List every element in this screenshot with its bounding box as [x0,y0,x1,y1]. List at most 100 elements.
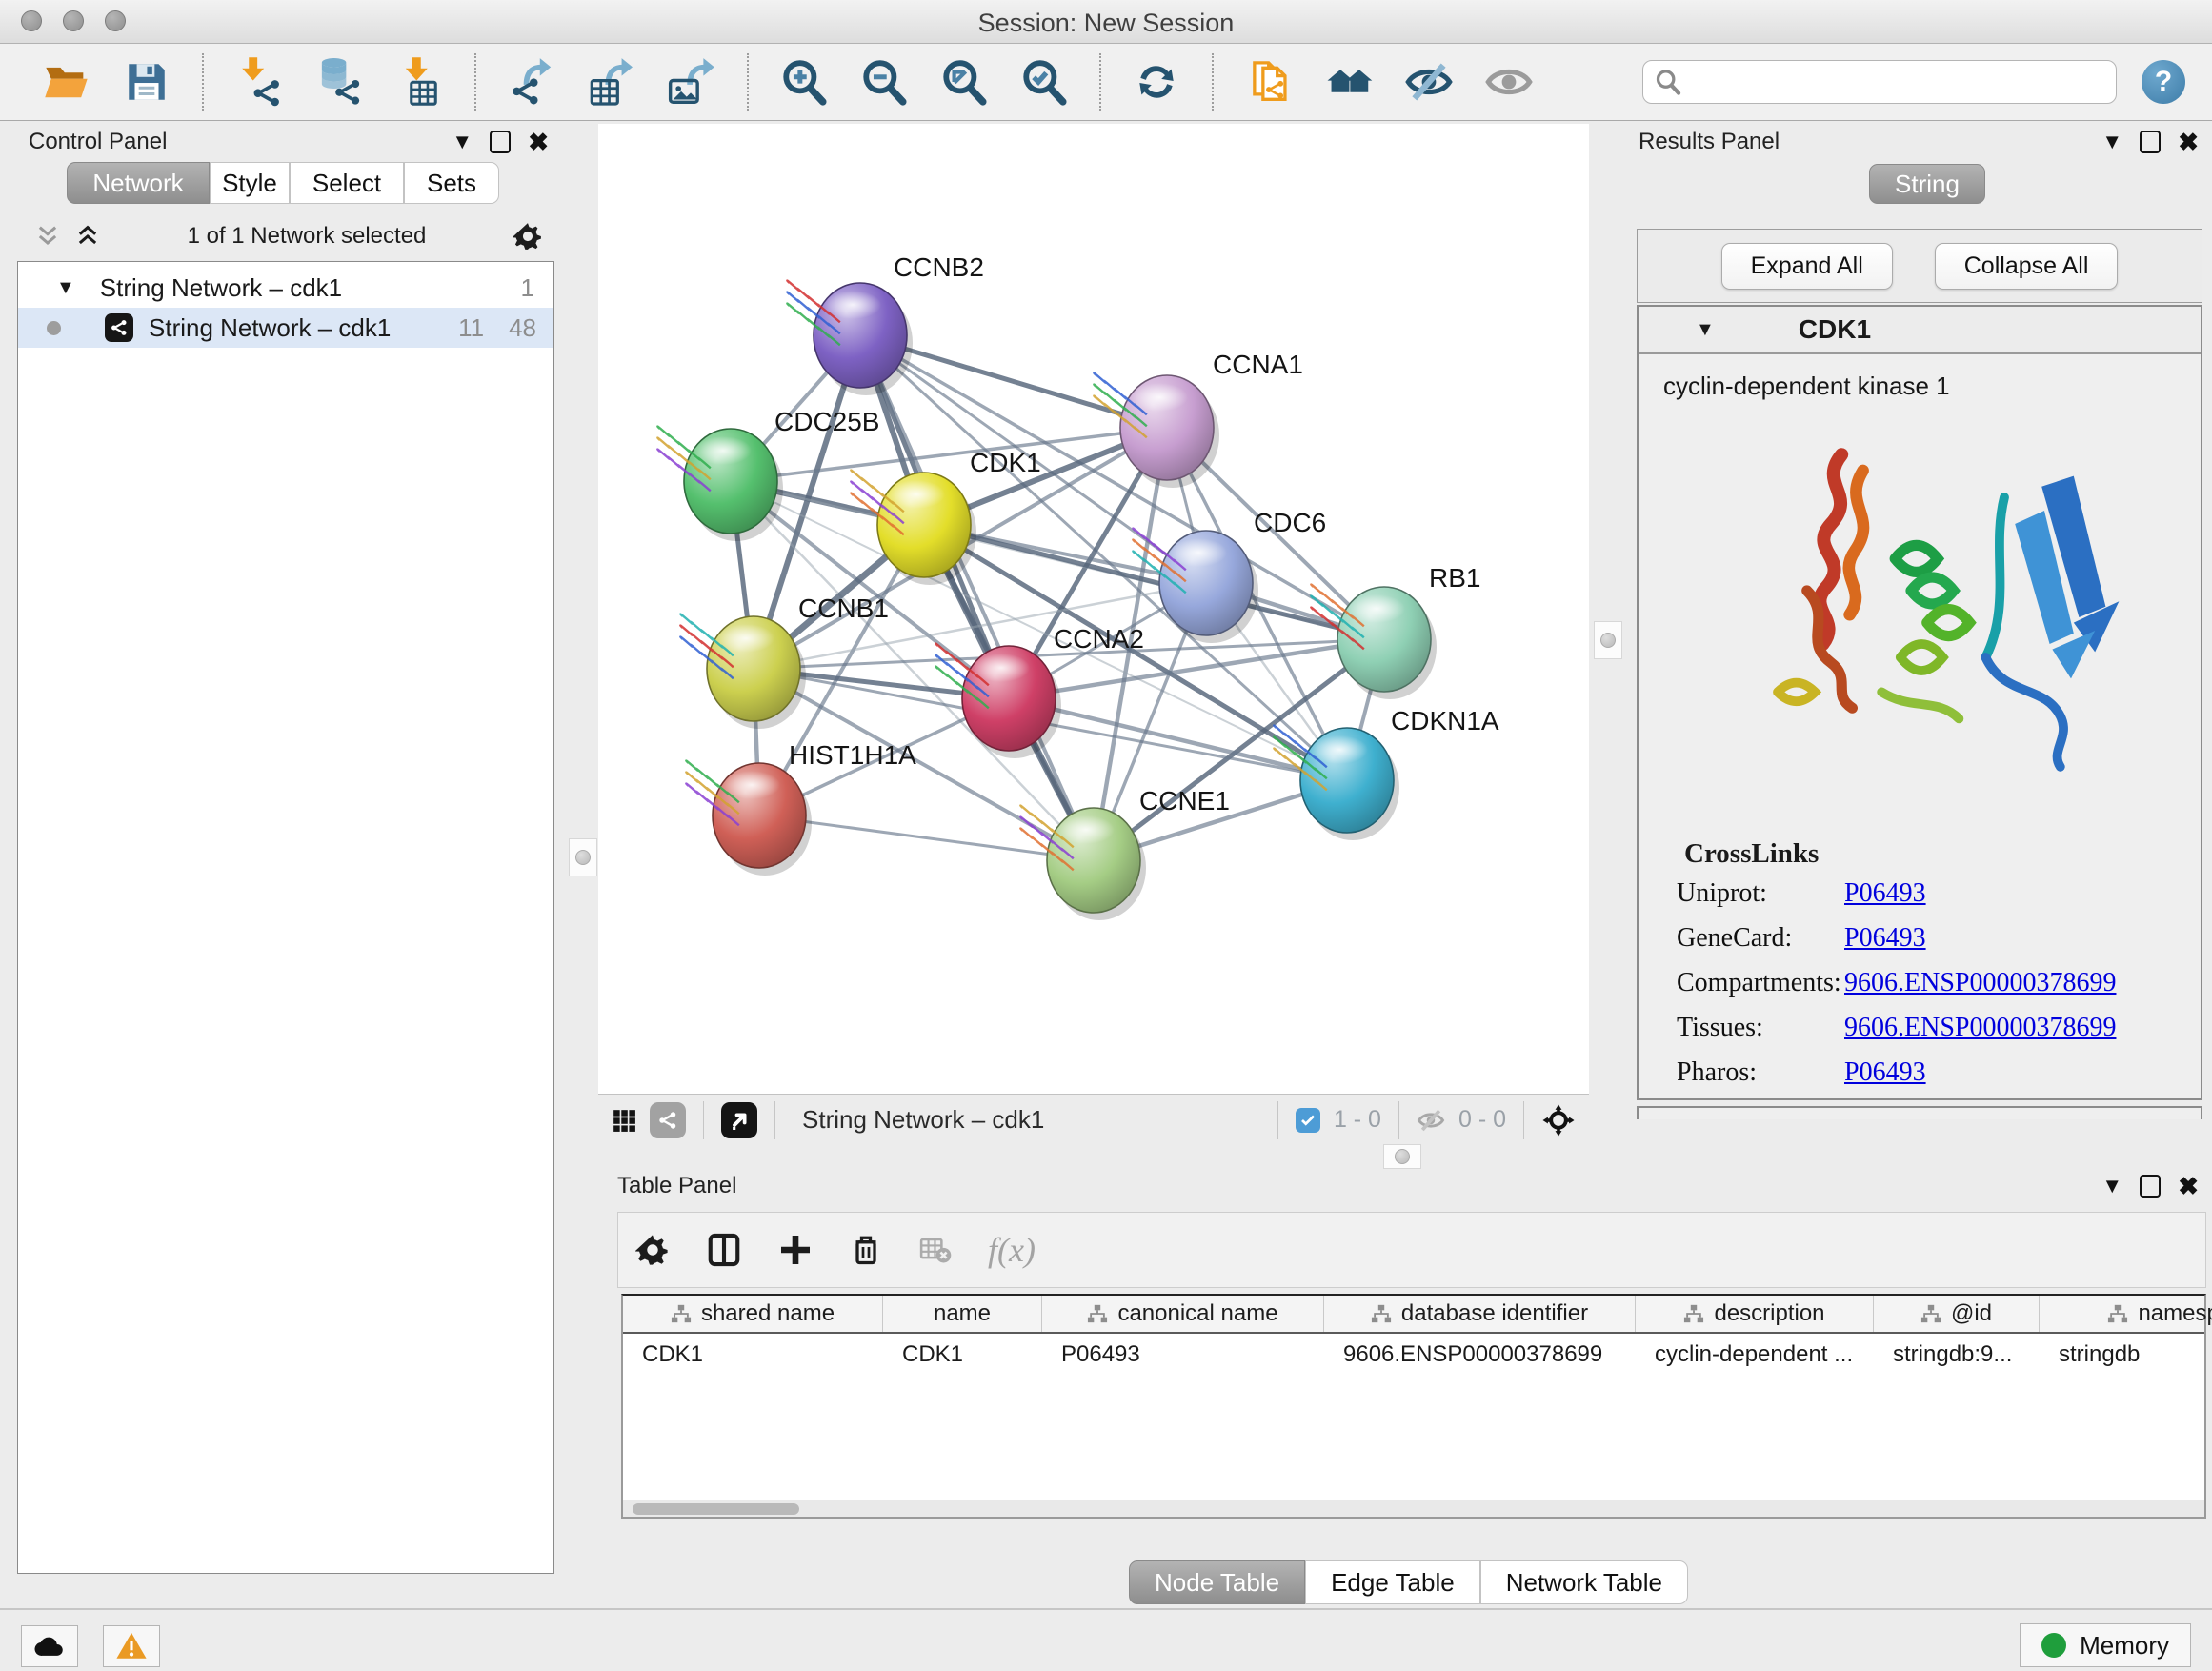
network-edge[interactable] [924,525,1384,639]
add-column-icon[interactable] [778,1233,813,1267]
network-share-icon[interactable] [650,1102,686,1138]
tab-style[interactable]: Style [210,162,290,204]
zoom-out-icon[interactable] [856,54,912,110]
scrollbar-thumb[interactable] [633,1503,799,1515]
table-cell[interactable]: CDK1 [883,1341,1042,1368]
crosslink-link[interactable]: P06493 [1844,923,1926,954]
search-box[interactable] [1642,60,2117,104]
memory-button[interactable]: Memory [2020,1623,2191,1667]
network-node-CCNB2[interactable] [787,281,907,388]
left-splitter-handle[interactable] [569,838,597,876]
tab-edge-table[interactable]: Edge Table [1305,1560,1480,1604]
export-network-icon[interactable] [504,54,559,110]
zoom-fit-icon[interactable] [936,54,992,110]
network-edge[interactable] [860,335,1094,860]
import-network-database-icon[interactable] [312,54,367,110]
collapse-all-icon[interactable] [34,223,61,250]
help-icon[interactable]: ? [2142,60,2185,104]
collection-expand-icon[interactable]: ▼ [56,277,75,299]
table-cell[interactable]: P06493 [1042,1341,1324,1368]
open-session-icon[interactable] [39,54,94,110]
export-table-icon[interactable] [584,54,639,110]
table-panel-float-icon[interactable] [2140,1175,2161,1198]
column-header-canonical-name[interactable]: canonical name [1042,1296,1324,1332]
selected-checkbox-icon[interactable] [1296,1108,1320,1133]
clone-network-icon[interactable] [1241,54,1297,110]
network-node-RB1[interactable] [1311,585,1431,692]
column-header-shared-name[interactable]: shared name [623,1296,883,1332]
table-options-gear-icon[interactable] [635,1233,670,1267]
network-node-CDKN1A[interactable] [1274,726,1394,833]
network-node-CCNE1[interactable] [1020,806,1140,913]
column-header-name[interactable]: name [883,1296,1042,1332]
first-neighbors-icon[interactable] [1321,54,1377,110]
tab-string[interactable]: String [1869,164,1985,204]
results-panel-close-icon[interactable]: ✖ [2178,128,2199,157]
tab-network[interactable]: Network [67,162,210,204]
bottom-splitter-handle[interactable] [1383,1144,1421,1169]
show-columns-icon[interactable] [706,1232,742,1268]
control-panel-close-icon[interactable]: ✖ [528,128,549,157]
network-canvas[interactable]: CCNB2CCNA1CDC25BCDK1CDC6RB1CCNB1CCNA2CDK… [598,124,1589,1094]
column-header--id[interactable]: @id [1874,1296,2040,1332]
column-header-namespace[interactable]: namespace [2040,1296,2212,1332]
table-cell[interactable]: stringdb [2040,1341,2212,1368]
protein-section-header[interactable]: ▼ CDK1 [1639,307,2201,354]
show-all-icon[interactable] [1481,54,1537,110]
refresh-layout-icon[interactable] [1129,54,1184,110]
network-node-CCNA1[interactable] [1094,373,1214,480]
delete-column-icon[interactable] [849,1233,883,1267]
save-session-icon[interactable] [119,54,174,110]
collapse-all-button[interactable]: Collapse All [1935,243,2119,290]
table-cell[interactable]: 9606.ENSP00000378699 [1324,1341,1636,1368]
right-splitter-handle[interactable] [1594,621,1622,659]
network-node-HIST1H1A[interactable] [686,761,806,868]
grid-view-icon[interactable] [612,1108,636,1133]
hide-selected-icon[interactable] [1401,54,1457,110]
crosslink-link[interactable]: 9606.ENSP00000378699 [1844,968,2116,998]
table-horizontal-scrollbar[interactable] [623,1500,2204,1517]
tab-select[interactable]: Select [290,162,404,204]
network-collection-row[interactable]: ▼ String Network – cdk1 1 [18,268,553,308]
import-network-file-icon[interactable] [231,54,287,110]
network-row[interactable]: String Network – cdk1 11 48 [18,308,553,348]
cloud-status-icon[interactable] [21,1625,78,1667]
search-input[interactable] [1681,69,2101,95]
crosslink-link[interactable]: P06493 [1844,1057,1926,1088]
table-panel-close-icon[interactable]: ✖ [2178,1172,2199,1201]
tab-sets[interactable]: Sets [404,162,499,204]
results-panel-menu-icon[interactable]: ▼ [2101,130,2122,154]
crosslink-label: Tissues: [1677,1013,1844,1043]
table-cell[interactable]: cyclin-dependent ... [1636,1341,1874,1368]
hidden-eye-icon[interactable] [1417,1106,1445,1135]
tab-network-table[interactable]: Network Table [1480,1560,1688,1604]
zoom-in-icon[interactable] [776,54,832,110]
network-node-CDK1[interactable] [851,471,971,577]
table-cell[interactable]: CDK1 [623,1341,883,1368]
column-header-database-identifier[interactable]: database identifier [1324,1296,1636,1332]
network-options-gear-icon[interactable] [513,221,543,252]
tab-node-table[interactable]: Node Table [1129,1560,1305,1604]
network-node-CDC25B[interactable] [657,427,777,534]
column-header-description[interactable]: description [1636,1296,1874,1332]
crosslink-link[interactable]: P06493 [1844,878,1926,909]
expand-all-icon[interactable] [74,223,101,250]
hierarchy-icon [2107,1303,2128,1324]
control-panel-float-icon[interactable] [490,131,511,153]
node-label-CDC25B: CDC25B [774,407,879,436]
birds-eye-view-icon[interactable] [721,1102,757,1138]
control-panel-menu-icon[interactable]: ▼ [452,130,473,154]
protein-collapse-icon[interactable]: ▼ [1696,319,1715,341]
table-cell[interactable]: stringdb:9... [1874,1341,2040,1368]
table-row[interactable]: CDK1CDK1P064939606.ENSP00000378699cyclin… [623,1334,2204,1376]
fit-content-crosshair-icon[interactable] [1541,1103,1576,1137]
export-image-icon[interactable] [664,54,719,110]
results-panel-float-icon[interactable] [2140,131,2161,153]
network-node-CCNB1[interactable] [680,614,800,721]
expand-all-button[interactable]: Expand All [1721,243,1893,290]
table-panel-menu-icon[interactable]: ▼ [2101,1174,2122,1198]
crosslink-link[interactable]: 9606.ENSP00000378699 [1844,1013,2116,1043]
zoom-selected-icon[interactable] [1016,54,1072,110]
import-table-file-icon[interactable] [392,54,447,110]
warnings-icon[interactable] [103,1625,160,1667]
